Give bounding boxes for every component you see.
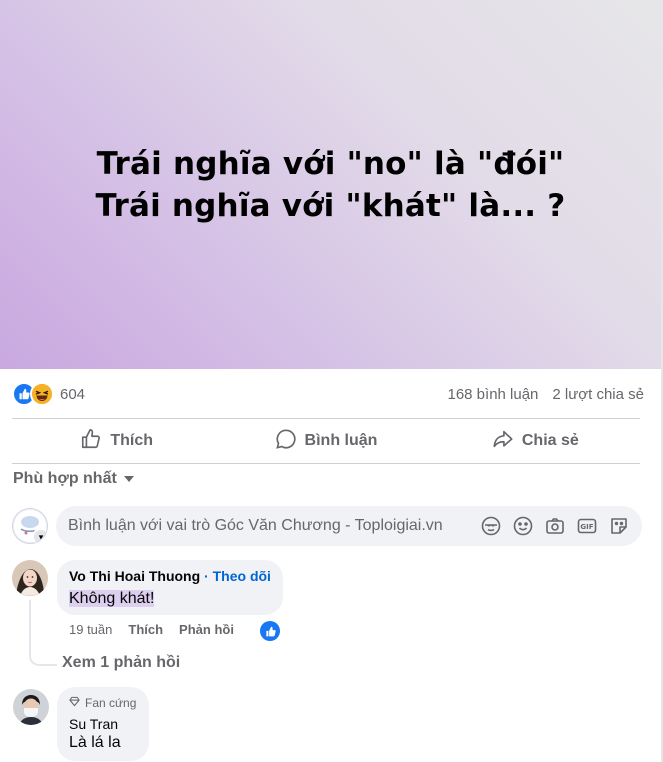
comment-label: Bình luận xyxy=(304,432,378,449)
comment-input[interactable]: Bình luận với vai trò Góc Văn Chương - T… xyxy=(56,506,642,546)
sticker-icon[interactable] xyxy=(608,515,630,537)
reactions-summary[interactable]: 604 xyxy=(12,382,85,406)
share-arrow-icon xyxy=(492,428,514,455)
reply-thread-line xyxy=(29,600,57,666)
comment-reply-button[interactable]: Phản hồi xyxy=(179,622,234,637)
profile-photo-icon xyxy=(13,689,49,725)
like-icon[interactable] xyxy=(260,621,280,641)
share-button[interactable]: Chia sẻ xyxy=(431,419,640,463)
avatar[interactable] xyxy=(12,560,48,596)
chevron-down-icon[interactable]: ▾ xyxy=(32,528,47,543)
comment-meta: 19 tuần Thích Phản hồi xyxy=(69,622,234,637)
post-stats: 604 168 bình luận 2 lượt chia sẻ xyxy=(12,380,644,408)
comment-time[interactable]: 19 tuần xyxy=(69,622,112,637)
comment-author[interactable]: Vo Thi Hoai Thuong xyxy=(69,568,200,584)
divider xyxy=(12,463,640,464)
gif-icon[interactable]: GIF xyxy=(576,515,598,537)
comment-button[interactable]: Bình luận xyxy=(221,419,430,463)
thumbs-up-icon xyxy=(80,428,102,455)
avatar[interactable] xyxy=(13,689,49,725)
caret-down-icon xyxy=(123,470,135,488)
view-replies-link[interactable]: Xem 1 phản hồi xyxy=(62,654,180,672)
comment-bubble-icon xyxy=(275,428,297,455)
profile-photo-icon xyxy=(12,560,48,596)
top-fan-badge: Fan cứng xyxy=(69,696,137,710)
like-button[interactable]: Thích xyxy=(12,419,221,463)
share-label: Chia sẻ xyxy=(521,432,579,449)
comment-text: Không khát! xyxy=(69,590,155,607)
follow-link[interactable]: · Theo dõi xyxy=(200,568,271,584)
comment-sort-dropdown[interactable]: Phù hợp nhất xyxy=(13,470,135,488)
post-text-line-2: Trái nghĩa với "khát" là... ? xyxy=(95,187,566,224)
comment-author[interactable]: Su Tran xyxy=(69,716,137,732)
action-bar: Thích Bình luận Chia sẻ xyxy=(12,419,640,463)
sort-label: Phù hợp nhất xyxy=(13,470,117,487)
diamond-icon xyxy=(69,696,80,710)
reaction-count[interactable]: 604 xyxy=(60,386,85,403)
share-count[interactable]: 2 lượt chia sẻ xyxy=(552,386,644,403)
badge-label: Fan cứng xyxy=(85,696,137,710)
post-image[interactable]: Trái nghĩa với "no" là "đói" Trái nghĩa … xyxy=(0,0,661,369)
comment-text: Là lá la xyxy=(69,734,121,751)
avatar-sticker-icon[interactable] xyxy=(480,515,502,537)
comment-bubble: Vo Thi Hoai Thuong · Theo dõi Không khát… xyxy=(57,560,283,615)
comment-composer: ▾ Bình luận với vai trò Góc Văn Chương -… xyxy=(12,505,642,547)
comment-input-placeholder: Bình luận với vai trò Góc Văn Chương - T… xyxy=(68,517,443,534)
camera-icon[interactable] xyxy=(544,515,566,537)
haha-icon xyxy=(30,382,54,406)
comment-like-button[interactable]: Thích xyxy=(128,622,163,637)
page-avatar[interactable]: ▾ xyxy=(12,508,48,544)
emoji-icon[interactable] xyxy=(512,515,534,537)
comment-bubble: Fan cứng Su Tran Là lá la xyxy=(57,687,149,761)
post-text-line-1: Trái nghĩa với "no" là "đói" xyxy=(96,145,565,182)
svg-text:GIF: GIF xyxy=(580,523,593,531)
comment-count[interactable]: 168 bình luận xyxy=(447,386,538,403)
like-label: Thích xyxy=(110,432,153,449)
